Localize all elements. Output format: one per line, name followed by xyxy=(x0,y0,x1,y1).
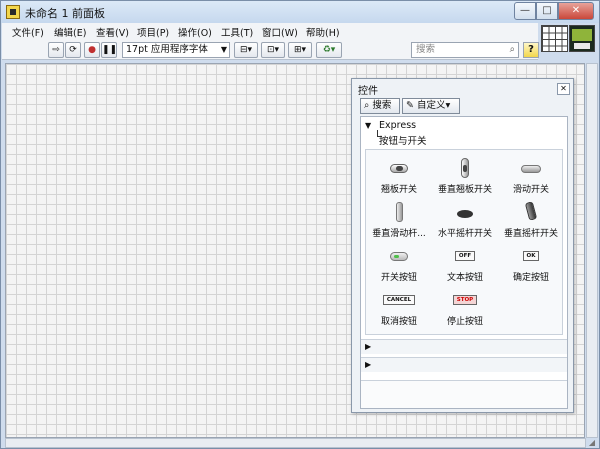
ok-button-icon: OK xyxy=(522,251,540,261)
palette-item-label: 停止按钮 xyxy=(446,317,483,327)
vertical-slide-switch-icon xyxy=(395,202,403,222)
collapsed-category-2[interactable]: ▶ xyxy=(361,357,567,372)
maximize-button[interactable]: □ xyxy=(536,2,558,20)
vertical-scrollbar[interactable] xyxy=(586,63,598,438)
palette-item-vertical-slide-switch[interactable]: 垂直滑动杆... xyxy=(366,198,432,242)
cancel-button-icon: CANCEL xyxy=(382,295,416,305)
palette-item-toggle-switch[interactable]: 翘板开关 xyxy=(366,154,432,198)
palette-item-text-button[interactable]: OFF 文本按钮 xyxy=(432,242,498,286)
horizontal-rocker-switch-icon xyxy=(457,210,473,218)
pause-icon[interactable]: ❚❚ xyxy=(101,42,117,58)
window-title: 未命名 1 前面板 xyxy=(25,7,105,20)
minimize-button[interactable]: — xyxy=(514,2,536,20)
context-help-icon[interactable]: ? xyxy=(523,42,539,58)
palette-item-push-button[interactable]: 开关按钮 xyxy=(366,242,432,286)
menu-help[interactable]: 帮助(H) xyxy=(306,25,340,39)
search-input[interactable]: 搜索 ⌕ xyxy=(411,42,519,58)
labview-app-icon xyxy=(6,5,20,19)
resize-objects-icon[interactable]: ⊞▾ xyxy=(288,42,312,58)
vi-icon[interactable] xyxy=(569,25,595,52)
palette-item-label: 翘板开关 xyxy=(380,185,417,195)
palette-customize-label: 自定义▾ xyxy=(417,100,451,111)
palette-item-label: 开关按钮 xyxy=(380,273,417,283)
menu-bar: 文件(F) 编辑(E) 查看(V) 项目(P) 操作(O) 工具(T) 窗口(W… xyxy=(2,23,538,40)
palette-item-label: 确定按钮 xyxy=(512,273,549,283)
controls-palette: 控件 ✕ ⌕ 搜索 ✎ 自定义▾ ▼ Express 按钮与开关 翘板开关 垂直… xyxy=(351,78,574,413)
subcategory-label: 按钮与开关 xyxy=(379,136,427,147)
collapsed-category-1[interactable]: ▶ xyxy=(361,339,567,354)
close-button[interactable]: ✕ xyxy=(558,2,594,20)
menu-operate[interactable]: 操作(O) xyxy=(178,25,212,39)
palette-item-vertical-rocker-switch[interactable]: 垂直摇杆开关 xyxy=(498,198,564,242)
category-label: Express xyxy=(379,120,417,131)
palette-item-label: 垂直翘板开关 xyxy=(437,185,492,195)
palette-close-icon[interactable]: ✕ xyxy=(557,83,570,95)
front-panel-window: 未命名 1 前面板 — □ ✕ 文件(F) 编辑(E) 查看(V) 项目(P) … xyxy=(0,0,600,449)
palette-item-stop-button[interactable]: STOP 停止按钮 xyxy=(432,286,498,330)
menu-window[interactable]: 窗口(W) xyxy=(262,25,298,39)
palette-customize-button[interactable]: ✎ 自定义▾ xyxy=(402,98,460,114)
palette-empty-area xyxy=(361,380,567,408)
push-button-icon xyxy=(390,252,408,261)
toggle-switch-icon xyxy=(390,164,408,173)
chevron-down-icon: ▼ xyxy=(220,45,227,54)
search-placeholder: 搜索 xyxy=(416,44,436,55)
palette-search-label: 搜索 xyxy=(372,100,392,111)
run-arrow-icon[interactable]: ⇨ xyxy=(48,42,64,58)
menu-edit[interactable]: 编辑(E) xyxy=(54,25,86,39)
menu-file[interactable]: 文件(F) xyxy=(12,25,44,39)
palette-item-ok-button[interactable]: OK 确定按钮 xyxy=(498,242,564,286)
expand-triangle-icon[interactable]: ▼ xyxy=(365,119,371,133)
palette-item-label: 滑动开关 xyxy=(512,185,549,195)
palette-item-label: 文本按钮 xyxy=(446,273,483,283)
align-objects-icon[interactable]: ⊟▾ xyxy=(234,42,258,58)
horizontal-scrollbar[interactable] xyxy=(5,438,586,448)
palette-item-label: 垂直摇杆开关 xyxy=(503,229,558,239)
font-select-value: 17pt 应用程序字体 xyxy=(126,44,208,55)
collapse-triangle-icon[interactable]: ▶ xyxy=(365,360,371,369)
palette-item-vertical-toggle-switch[interactable]: 垂直翘板开关 xyxy=(432,154,498,198)
palette-item-label: 垂直滑动杆... xyxy=(372,229,426,239)
palette-item-slide-switch[interactable]: 滑动开关 xyxy=(498,154,564,198)
run-continuously-icon[interactable]: ⟳ xyxy=(65,42,81,58)
title-bar[interactable]: 未命名 1 前面板 — □ ✕ xyxy=(1,1,599,23)
stop-button-icon: STOP xyxy=(452,295,478,305)
menu-project[interactable]: 项目(P) xyxy=(137,25,169,39)
menu-view[interactable]: 查看(V) xyxy=(96,25,129,39)
vertical-toggle-switch-icon xyxy=(461,158,469,178)
palette-item-horizontal-rocker-switch[interactable]: 水平摇杆开关 xyxy=(432,198,498,242)
wrench-icon: ✎ xyxy=(406,100,414,111)
distribute-objects-icon[interactable]: ⊡▾ xyxy=(261,42,285,58)
collapse-triangle-icon[interactable]: ▶ xyxy=(365,342,371,351)
vertical-rocker-switch-icon xyxy=(524,201,538,221)
magnifier-icon: ⌕ xyxy=(364,100,370,111)
palette-item-cancel-button[interactable]: CANCEL 取消按钮 xyxy=(366,286,432,330)
palette-search-button[interactable]: ⌕ 搜索 xyxy=(360,98,400,114)
connector-pane-icon[interactable] xyxy=(541,25,568,52)
toolbar: ⇨ ⟳ ● ❚❚ 17pt 应用程序字体 ▼ ⊟▾ ⊡▾ ⊞▾ ♻▾ 搜索 ⌕ … xyxy=(2,40,539,60)
resize-grip-icon[interactable]: ◢ xyxy=(586,438,598,448)
palette-item-label: 水平摇杆开关 xyxy=(437,229,492,239)
palette-item-label: 取消按钮 xyxy=(380,317,417,327)
palette-title: 控件 xyxy=(358,86,378,97)
menu-tools[interactable]: 工具(T) xyxy=(221,25,253,39)
abort-execution-icon[interactable]: ● xyxy=(84,42,100,58)
font-select[interactable]: 17pt 应用程序字体 ▼ xyxy=(122,42,230,58)
reorder-icon[interactable]: ♻▾ xyxy=(316,42,342,58)
category-express[interactable]: ▼ Express xyxy=(361,119,567,133)
palette-items: 翘板开关 垂直翘板开关 滑动开关 垂直滑动杆... 水平摇杆开关 垂直摇杆开关 … xyxy=(365,149,563,335)
search-icon[interactable]: ⌕ xyxy=(510,43,515,57)
text-button-icon: OFF xyxy=(454,251,476,261)
slide-switch-icon xyxy=(521,165,541,173)
palette-panel: ▼ Express 按钮与开关 翘板开关 垂直翘板开关 滑动开关 垂直滑动杆..… xyxy=(360,116,568,409)
